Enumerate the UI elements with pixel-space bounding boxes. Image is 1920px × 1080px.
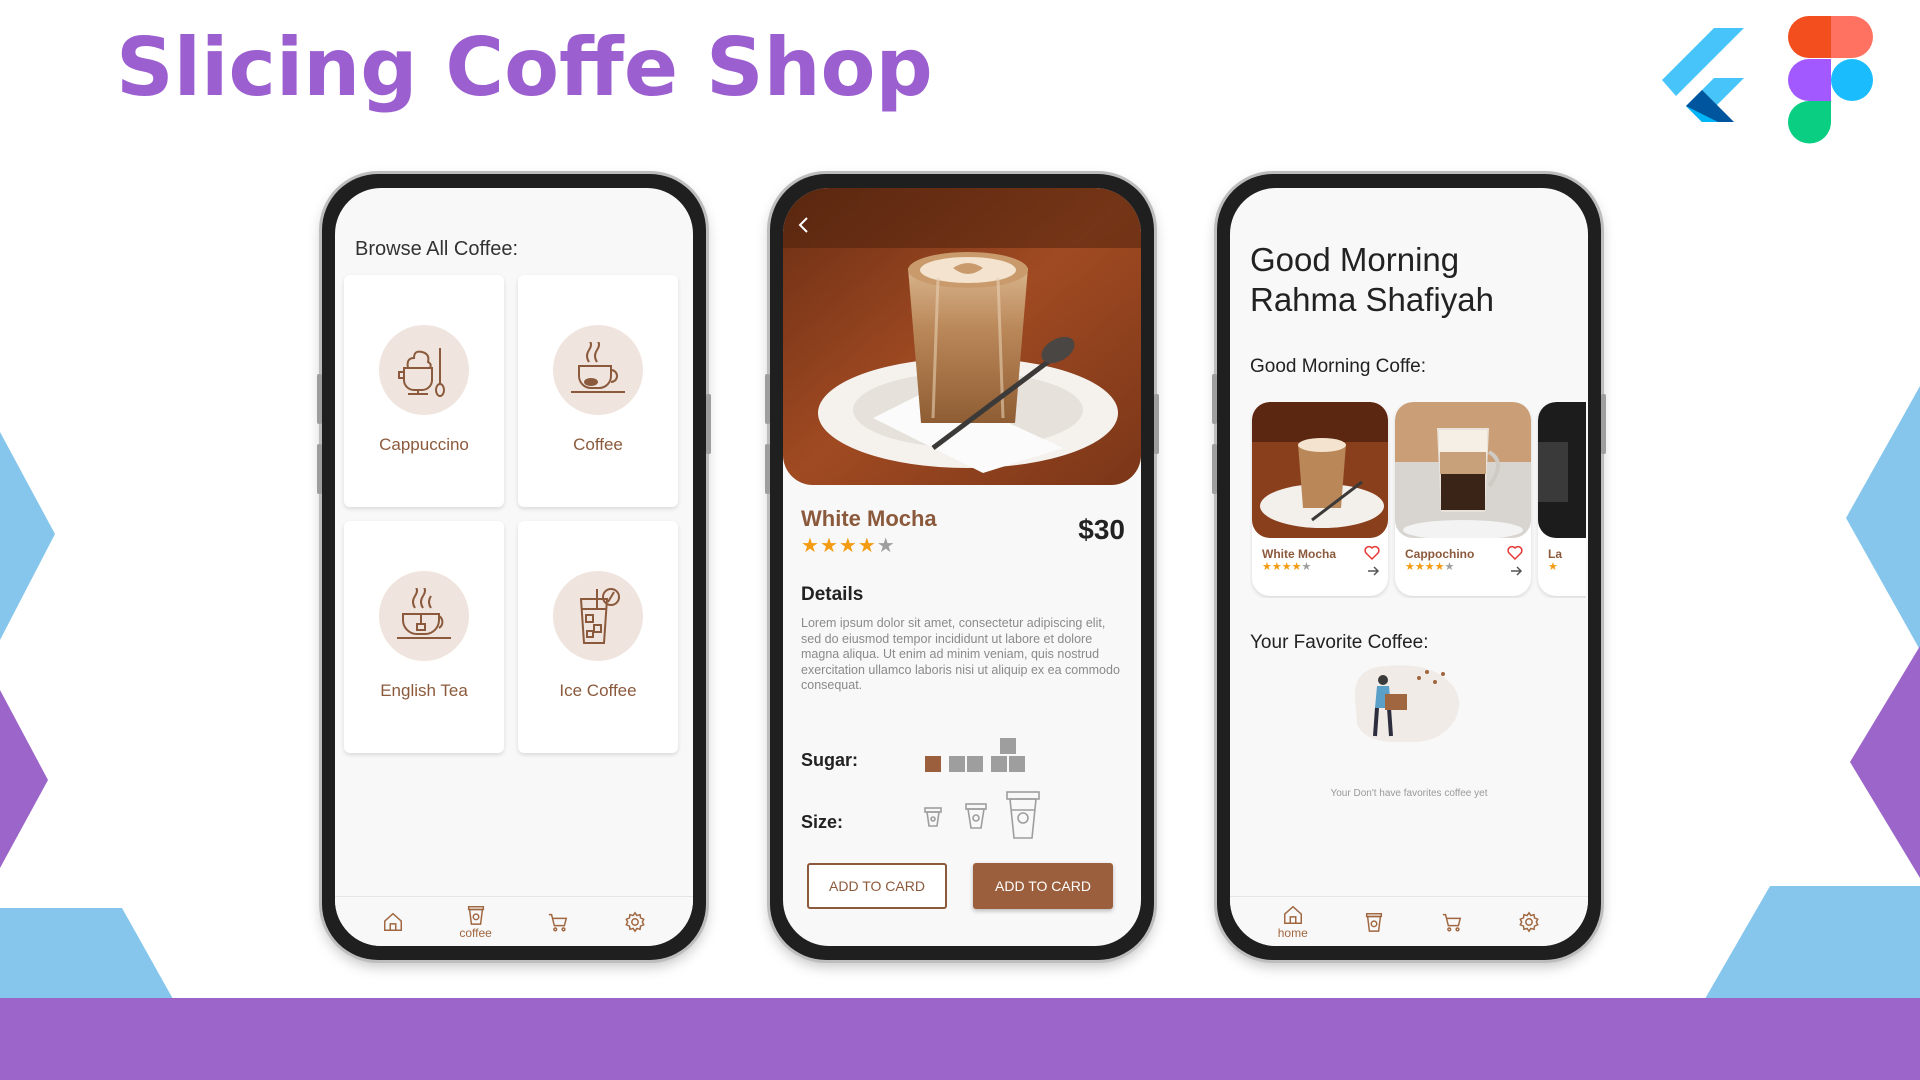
details-description: Lorem ipsum dolor sit amet, consectetur … bbox=[801, 616, 1120, 692]
sugar-option-1[interactable] bbox=[925, 756, 941, 772]
browse-title: Browse All Coffee: bbox=[355, 238, 519, 260]
bottom-nav: home bbox=[1230, 896, 1588, 946]
empty-favorites-illustration bbox=[1354, 665, 1460, 743]
star-icon: ★ bbox=[876, 533, 896, 557]
coffee-card-cappochino[interactable]: Cappochino ★★★★★ bbox=[1395, 402, 1531, 596]
product-name: White Mocha bbox=[801, 506, 937, 531]
page-title: Slicing Coffe Shop bbox=[116, 21, 933, 114]
coffee-card-photo bbox=[1395, 402, 1531, 538]
size-medium-icon[interactable] bbox=[965, 803, 987, 829]
settings-icon bbox=[624, 911, 645, 932]
cappuccino-icon bbox=[379, 325, 469, 415]
morning-coffee-carousel: White Mocha ★★★★★ Cappochino ★★★★★ La ★ bbox=[1250, 402, 1586, 598]
bottom-band bbox=[0, 998, 1920, 1080]
flutter-logo bbox=[1662, 28, 1744, 122]
size-large-icon[interactable] bbox=[1006, 791, 1040, 839]
screen: White Mocha ★★★★★ $30 Details Lorem ipsu… bbox=[783, 188, 1141, 946]
coffee-card-photo bbox=[1252, 402, 1388, 538]
greeting: Good Morning Rahma Shafiyah bbox=[1250, 240, 1494, 320]
coffee-card-rating: ★★★★★ bbox=[1405, 560, 1455, 573]
category-card-cappuccino[interactable]: Cappuccino bbox=[344, 275, 504, 507]
star-icon: ★ bbox=[819, 533, 839, 557]
category-label: Cappuccino bbox=[379, 435, 469, 454]
nav-cart[interactable] bbox=[547, 911, 569, 933]
nav-cart[interactable] bbox=[1441, 911, 1463, 933]
left-blue-hexagon bbox=[0, 432, 55, 640]
coffee-card-rating: ★ bbox=[1548, 560, 1558, 573]
add-to-card-outline-button[interactable]: ADD TO CARD bbox=[807, 863, 947, 909]
heart-icon[interactable] bbox=[1507, 545, 1523, 561]
section-title-morning: Good Morning Coffe: bbox=[1250, 356, 1427, 377]
star-icon: ★ bbox=[838, 533, 858, 557]
nav-settings[interactable] bbox=[1518, 911, 1540, 933]
settings-icon bbox=[1519, 911, 1539, 932]
product-price: $30 bbox=[1078, 514, 1125, 545]
heart-icon[interactable] bbox=[1364, 545, 1380, 561]
empty-favorites-text: Your Don't have favorites coffee yet bbox=[1330, 788, 1488, 799]
category-label: Coffee bbox=[573, 435, 623, 454]
category-card-english-tea[interactable]: English Tea bbox=[344, 521, 504, 753]
coffee-card-name: White Mocha bbox=[1262, 547, 1336, 561]
coffee-card-name: La bbox=[1548, 547, 1563, 561]
nav-home[interactable] bbox=[382, 911, 404, 933]
ice-coffee-icon bbox=[553, 571, 643, 661]
home-icon bbox=[384, 912, 403, 931]
nav-settings[interactable] bbox=[624, 911, 646, 933]
phone-home: Good Morning Rahma Shafiyah Good Morning… bbox=[1212, 174, 1606, 960]
tea-cup-icon bbox=[379, 571, 469, 661]
phone-browse: Browse All Coffee: Cappuccino Coffee Eng… bbox=[317, 174, 711, 960]
nav-coffee[interactable] bbox=[1363, 911, 1385, 933]
product-photo bbox=[783, 188, 1141, 485]
category-label: English Tea bbox=[380, 681, 468, 700]
arrow-right-icon[interactable] bbox=[1366, 564, 1380, 578]
coffee-card-rating: ★★★★★ bbox=[1262, 560, 1312, 573]
size-selector bbox=[924, 791, 1040, 839]
arrow-right-icon[interactable] bbox=[1509, 564, 1523, 578]
bottom-nav: coffee bbox=[335, 896, 693, 946]
coffee-icon bbox=[467, 905, 484, 925]
nav-coffee[interactable]: coffee bbox=[459, 904, 492, 940]
coffee-card-partial[interactable]: La ★ bbox=[1538, 402, 1586, 596]
right-purple-hexagon bbox=[1850, 646, 1920, 878]
left-purple-hexagon bbox=[0, 690, 48, 868]
add-to-card-button[interactable]: ADD TO CARD bbox=[973, 863, 1113, 909]
canvas: Slicing Coffe Shop Browse All Coffee: Ca… bbox=[0, 0, 1920, 1080]
screen: Browse All Coffee: Cappuccino Coffee Eng… bbox=[335, 188, 693, 946]
size-label: Size: bbox=[801, 812, 844, 832]
star-icon: ★ bbox=[857, 533, 877, 557]
figma-logo bbox=[1788, 16, 1873, 144]
coffee-card-white-mocha[interactable]: White Mocha ★★★★★ bbox=[1252, 402, 1388, 596]
sugar-option-3[interactable] bbox=[991, 738, 1025, 772]
category-card-ice-coffee[interactable]: Ice Coffee bbox=[518, 521, 678, 753]
coffee-icon bbox=[1366, 912, 1383, 932]
home-icon bbox=[1283, 905, 1302, 924]
nav-label: coffee bbox=[459, 925, 492, 940]
category-label: Ice Coffee bbox=[559, 681, 637, 700]
sugar-option-2[interactable] bbox=[949, 756, 983, 772]
star-icon: ★ bbox=[801, 533, 820, 557]
details-heading: Details bbox=[801, 584, 864, 605]
back-chevron-icon[interactable] bbox=[795, 216, 813, 234]
greeting-line-1: Good Morning bbox=[1250, 241, 1460, 278]
nav-label: home bbox=[1277, 925, 1308, 940]
nav-home[interactable]: home bbox=[1278, 904, 1308, 940]
cart-icon bbox=[1442, 913, 1461, 931]
cart-icon bbox=[548, 913, 567, 931]
coffee-cup-icon bbox=[553, 325, 643, 415]
phone-detail: White Mocha ★★★★★ $30 Details Lorem ipsu… bbox=[765, 174, 1159, 960]
greeting-line-2: Rahma Shafiyah bbox=[1250, 281, 1494, 318]
sugar-label: Sugar: bbox=[801, 750, 859, 770]
coffee-card-photo bbox=[1538, 402, 1586, 538]
product-rating: ★★★★★ bbox=[801, 533, 896, 557]
right-blue-hexagon bbox=[1846, 386, 1920, 650]
sugar-selector bbox=[925, 738, 1025, 772]
coffee-card-name: Cappochino bbox=[1405, 547, 1475, 561]
size-small-icon[interactable] bbox=[924, 807, 942, 827]
section-title-favorite: Your Favorite Coffee: bbox=[1250, 632, 1429, 653]
category-card-coffee[interactable]: Coffee bbox=[518, 275, 678, 507]
screen: Good Morning Rahma Shafiyah Good Morning… bbox=[1230, 188, 1588, 946]
category-grid: Cappuccino Coffee English Tea Ice Coffee bbox=[344, 275, 679, 753]
